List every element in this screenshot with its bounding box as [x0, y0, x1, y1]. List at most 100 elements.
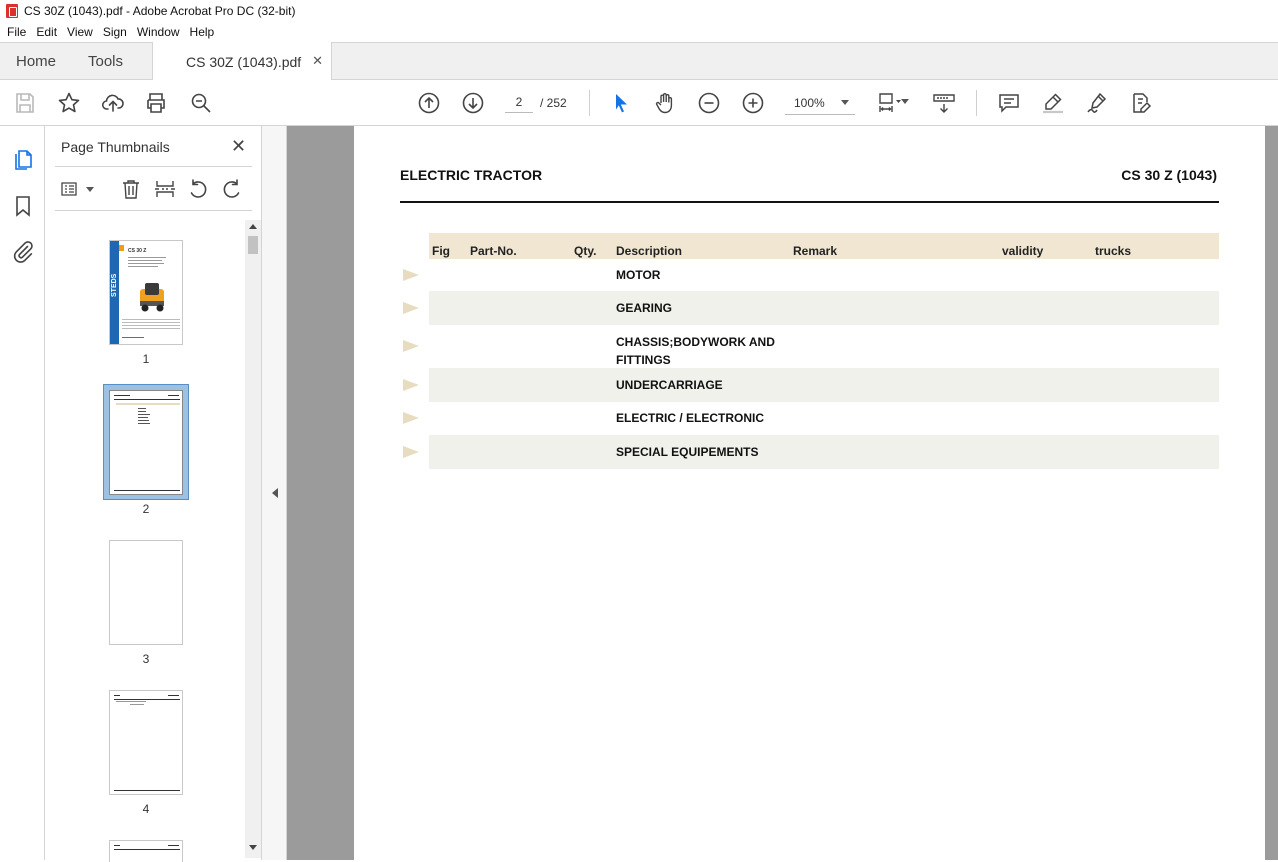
row-link-arrow[interactable] [403, 412, 419, 424]
scroll-thumb[interactable] [248, 236, 258, 254]
rotate-left-icon[interactable] [187, 178, 209, 200]
menu-bar: File Edit View Sign Window Help [0, 22, 1278, 42]
toolbar [0, 80, 1278, 126]
document-viewer[interactable]: ELECTRIC TRACTOR CS 30 Z (1043) Fig Part… [287, 126, 1278, 860]
search-icon[interactable] [189, 91, 213, 115]
cover-text-line [122, 322, 180, 323]
column-description: Description [616, 244, 683, 258]
row-link-arrow[interactable] [403, 379, 419, 391]
thumb-text-line [138, 423, 150, 424]
table-row[interactable]: MOTOR [616, 266, 660, 284]
rotate-right-icon[interactable] [221, 178, 243, 200]
thumb-rule [114, 849, 180, 850]
page-fit-dropdown-icon[interactable] [901, 99, 909, 104]
next-page-icon[interactable] [461, 91, 485, 115]
collapse-panel-icon[interactable] [272, 488, 278, 498]
extract-page-icon[interactable] [154, 178, 176, 200]
row-link-arrow[interactable] [403, 302, 419, 314]
table-row[interactable]: CHASSIS;BODYWORK AND FITTINGS [616, 333, 796, 369]
tractor-image [136, 281, 170, 313]
close-tab-icon[interactable]: ✕ [312, 53, 323, 69]
zoom-dropdown[interactable]: 100% [785, 91, 855, 115]
print-icon[interactable] [144, 91, 168, 115]
zoom-in-icon[interactable] [741, 91, 765, 115]
scroll-down-icon[interactable] [249, 845, 257, 850]
document-scrollbar[interactable] [1265, 126, 1278, 860]
cover-brand: STEDS [111, 273, 118, 297]
page-thumbnail-1[interactable]: STEDS CS 30 Z [109, 240, 183, 345]
zoom-out-icon[interactable] [697, 91, 721, 115]
menu-help[interactable]: Help [185, 25, 220, 39]
panel-splitter[interactable] [262, 126, 287, 860]
tab-home[interactable]: Home [16, 43, 56, 80]
column-qty: Qty. [574, 244, 597, 258]
select-cursor-icon[interactable] [609, 91, 633, 115]
thumbnail-label-2: 2 [142, 502, 150, 516]
comment-icon[interactable] [997, 91, 1021, 115]
table-row[interactable]: SPECIAL EQUIPEMENTS [616, 443, 758, 461]
thumbnail-options-icon[interactable] [60, 178, 82, 200]
edit-pdf-icon[interactable] [1129, 91, 1153, 115]
thumb-text-line [114, 845, 120, 846]
cover-text-line [122, 337, 144, 338]
hand-tool-icon[interactable] [653, 91, 677, 115]
column-validity: validity [1002, 244, 1044, 258]
thumb-text-line [138, 411, 146, 412]
chevron-down-icon[interactable] [86, 187, 94, 192]
row-background [429, 291, 1219, 325]
highlight-pen-icon[interactable] [1041, 91, 1065, 115]
menu-sign[interactable]: Sign [98, 25, 132, 39]
toolbar-separator [976, 90, 977, 116]
thumb-text-line [168, 845, 179, 846]
zoom-value: 100% [794, 96, 825, 110]
tab-tools[interactable]: Tools [88, 43, 123, 80]
page-thumbnail-5[interactable] [109, 840, 183, 862]
thumb-text-line [138, 417, 148, 418]
menu-edit[interactable]: Edit [31, 25, 62, 39]
document-title-right: CS 30 Z (1043) [1121, 167, 1217, 183]
page-thumbnail-2[interactable] [109, 390, 183, 495]
page-fit-icon[interactable] [877, 91, 901, 115]
thumb-rule [114, 490, 180, 491]
row-link-arrow[interactable] [403, 269, 419, 281]
row-link-arrow[interactable] [403, 340, 419, 352]
thumb-text-line [114, 395, 130, 396]
table-row[interactable]: UNDERCARRIAGE [616, 376, 723, 394]
bookmark-icon[interactable] [11, 194, 35, 218]
thumb-text-line [116, 701, 146, 702]
page-thumbnail-4[interactable] [109, 690, 183, 795]
page-number-input[interactable] [505, 91, 533, 113]
page-thumbnails-icon[interactable] [11, 148, 35, 172]
page-thumbnail-3[interactable] [109, 540, 183, 645]
table-header: Fig Part-No. Qty. Description Remark val… [429, 233, 1219, 259]
save-icon[interactable] [13, 91, 37, 115]
close-panel-icon[interactable]: ✕ [231, 137, 246, 155]
row-background [429, 435, 1219, 469]
tab-document[interactable]: CS 30Z (1043).pdf ✕ [152, 42, 332, 81]
attachment-icon[interactable] [11, 239, 35, 263]
previous-page-icon[interactable] [417, 91, 441, 115]
cover-text-line [128, 266, 158, 267]
fill-sign-icon[interactable] [1085, 91, 1109, 115]
delete-page-icon[interactable] [120, 178, 142, 200]
row-link-arrow[interactable] [403, 446, 419, 458]
scroll-up-icon[interactable] [249, 224, 257, 229]
row-background [429, 368, 1219, 402]
scroll-mode-icon[interactable] [932, 91, 956, 115]
star-icon[interactable] [57, 91, 81, 115]
thumb-rule [114, 699, 180, 700]
menu-window[interactable]: Window [132, 25, 185, 39]
upload-cloud-icon[interactable] [101, 91, 125, 115]
thumb-text-line [168, 695, 179, 696]
table-row[interactable]: GEARING [616, 299, 672, 317]
thumb-text-line [168, 395, 179, 396]
thumb-text-line [114, 695, 120, 696]
cover-text-line [122, 325, 180, 326]
pdf-app-icon [6, 4, 18, 18]
column-remark: Remark [793, 244, 838, 258]
thumbnail-scrollbar[interactable] [245, 220, 261, 858]
menu-file[interactable]: File [2, 25, 31, 39]
table-row[interactable]: ELECTRIC / ELECTRONIC [616, 409, 764, 427]
panel-divider [55, 166, 252, 167]
menu-view[interactable]: View [62, 25, 98, 39]
